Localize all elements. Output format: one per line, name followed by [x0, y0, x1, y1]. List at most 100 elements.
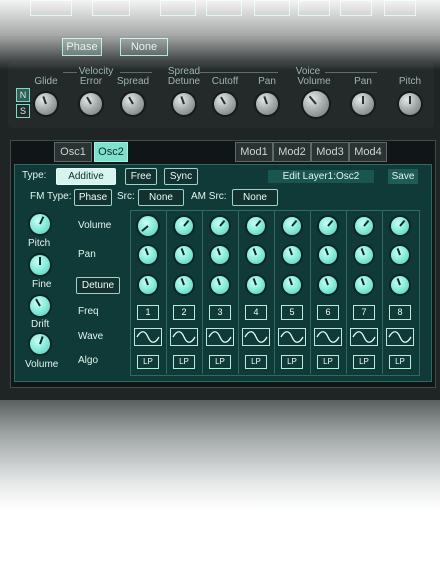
tab-mod3[interactable]: Mod3 — [311, 142, 349, 162]
partial-3-volume-knob[interactable] — [211, 217, 229, 235]
velocity-spread-knob[interactable] — [122, 93, 144, 115]
partial-4-pan-knob[interactable] — [247, 246, 265, 264]
partial-1-detune-knob[interactable] — [139, 276, 157, 294]
partial-8-freq-field[interactable]: 8 — [389, 305, 411, 320]
partial-2-freq-field[interactable]: 2 — [173, 305, 195, 320]
partial-4-freq-field[interactable]: 4 — [245, 305, 267, 320]
partial-2-volume-knob[interactable] — [175, 217, 193, 235]
tab-mod2[interactable]: Mod2 — [273, 142, 311, 162]
tab-osc1[interactable]: Osc1 — [54, 142, 92, 162]
partial-6-detune-knob[interactable] — [319, 276, 337, 294]
spread-detune-knob[interactable] — [173, 93, 195, 115]
top-tab[interactable] — [384, 0, 416, 16]
group-divider — [63, 72, 77, 73]
fine-knob[interactable] — [30, 255, 50, 275]
grid-divider — [202, 210, 203, 374]
partial-6-volume-knob[interactable] — [319, 217, 337, 235]
partial-8-volume-knob[interactable] — [391, 217, 409, 235]
partial-3-detune-knob[interactable] — [211, 276, 229, 294]
partial-5-algo-select[interactable]: LP — [281, 355, 303, 369]
partial-3-pan-knob[interactable] — [211, 246, 229, 264]
partial-6-algo-select[interactable]: LP — [317, 355, 339, 369]
pitch-knob[interactable] — [30, 214, 50, 234]
tab-osc2[interactable]: Osc2 — [94, 142, 128, 162]
partial-7-pan-knob[interactable] — [355, 246, 373, 264]
synth-window: Phase None Velocity Spread Voice N S Gli… — [0, 0, 440, 400]
sine-wave-icon — [316, 331, 340, 343]
partial-8-wave-select[interactable] — [386, 328, 414, 346]
partial-4-wave-select[interactable] — [242, 328, 270, 346]
partial-5-wave-select[interactable] — [278, 328, 306, 346]
partial-6-wave-select[interactable] — [314, 328, 342, 346]
partial-8-detune-knob[interactable] — [391, 276, 409, 294]
partial-7-wave-select[interactable] — [350, 328, 378, 346]
src-select[interactable]: None — [138, 189, 184, 206]
partial-3-wave-select[interactable] — [206, 328, 234, 346]
partial-2-pan-knob[interactable] — [175, 246, 193, 264]
partial-5-volume-knob[interactable] — [283, 217, 301, 235]
partial-2-wave-select[interactable] — [170, 328, 198, 346]
spread-pan-knob[interactable] — [256, 93, 278, 115]
sine-wave-icon — [280, 331, 304, 343]
src-top-button[interactable]: None — [120, 38, 168, 56]
partial-8-algo-select[interactable]: LP — [389, 355, 411, 369]
drift-knob[interactable] — [30, 296, 50, 316]
partial-7-volume-knob[interactable] — [355, 217, 373, 235]
edit-layer-title: Edit Layer1:Osc2 — [268, 170, 374, 183]
volume-knob[interactable] — [30, 334, 50, 354]
partial-2-algo-select[interactable]: LP — [173, 355, 195, 369]
voice-pan-knob[interactable] — [352, 93, 374, 115]
partial-7-algo-select[interactable]: LP — [353, 355, 375, 369]
partial-7-detune-knob[interactable] — [355, 276, 373, 294]
partial-1-algo-select[interactable]: LP — [137, 355, 159, 369]
voice-volume-knob[interactable] — [303, 91, 329, 117]
row-label-volume: Volume — [78, 220, 112, 231]
sync-button[interactable]: Sync — [164, 168, 198, 185]
partial-8-pan-knob[interactable] — [391, 246, 409, 264]
grid-divider — [346, 210, 347, 374]
velocity-error-knob[interactable] — [80, 93, 102, 115]
tab-mod1[interactable]: Mod1 — [235, 142, 273, 162]
type-label: Type: — [22, 170, 47, 181]
top-tab[interactable] — [92, 0, 130, 16]
partial-4-volume-knob[interactable] — [247, 217, 265, 235]
top-tab[interactable] — [298, 0, 330, 16]
fm-type-select[interactable]: Phase — [74, 189, 112, 206]
knob-label-pitch: Pitch — [398, 76, 422, 87]
toggle-s-button[interactable]: S — [16, 104, 30, 118]
partial-1-wave-select[interactable] — [134, 328, 162, 346]
top-tab[interactable] — [254, 0, 290, 16]
partial-2-detune-knob[interactable] — [175, 276, 193, 294]
top-tab[interactable] — [340, 0, 372, 16]
top-tab[interactable] — [206, 0, 242, 16]
top-tab[interactable] — [30, 0, 72, 16]
partial-6-pan-knob[interactable] — [319, 246, 337, 264]
fm-type-top-button[interactable]: Phase — [62, 38, 102, 56]
partial-3-algo-select[interactable]: LP — [209, 355, 231, 369]
partial-5-pan-knob[interactable] — [283, 246, 301, 264]
partial-3-freq-field[interactable]: 3 — [209, 305, 231, 320]
partial-7-freq-field[interactable]: 7 — [353, 305, 375, 320]
partial-5-detune-knob[interactable] — [283, 276, 301, 294]
partial-1-pan-knob[interactable] — [139, 246, 157, 264]
partial-4-algo-select[interactable]: LP — [245, 355, 267, 369]
grid-divider — [238, 210, 239, 374]
partial-5-freq-field[interactable]: 5 — [281, 305, 303, 320]
free-button[interactable]: Free — [125, 168, 157, 185]
glide-knob[interactable] — [35, 93, 57, 115]
partial-1-volume-knob[interactable] — [138, 216, 158, 236]
top-tab[interactable] — [160, 0, 196, 16]
sine-wave-icon — [136, 331, 160, 343]
tab-mod4[interactable]: Mod4 — [349, 142, 387, 162]
grid-divider — [166, 210, 167, 374]
partial-6-freq-field[interactable]: 6 — [317, 305, 339, 320]
partial-4-detune-knob[interactable] — [247, 276, 265, 294]
save-button[interactable]: Save — [388, 169, 418, 184]
toggle-n-button[interactable]: N — [16, 88, 30, 102]
detune-button[interactable]: Detune — [76, 277, 120, 294]
voice-pitch-knob[interactable] — [399, 93, 421, 115]
spread-cutoff-knob[interactable] — [214, 93, 236, 115]
partial-1-freq-field[interactable]: 1 — [137, 305, 159, 320]
am-src-select[interactable]: None — [232, 189, 278, 206]
type-select[interactable]: Additive — [56, 168, 116, 185]
